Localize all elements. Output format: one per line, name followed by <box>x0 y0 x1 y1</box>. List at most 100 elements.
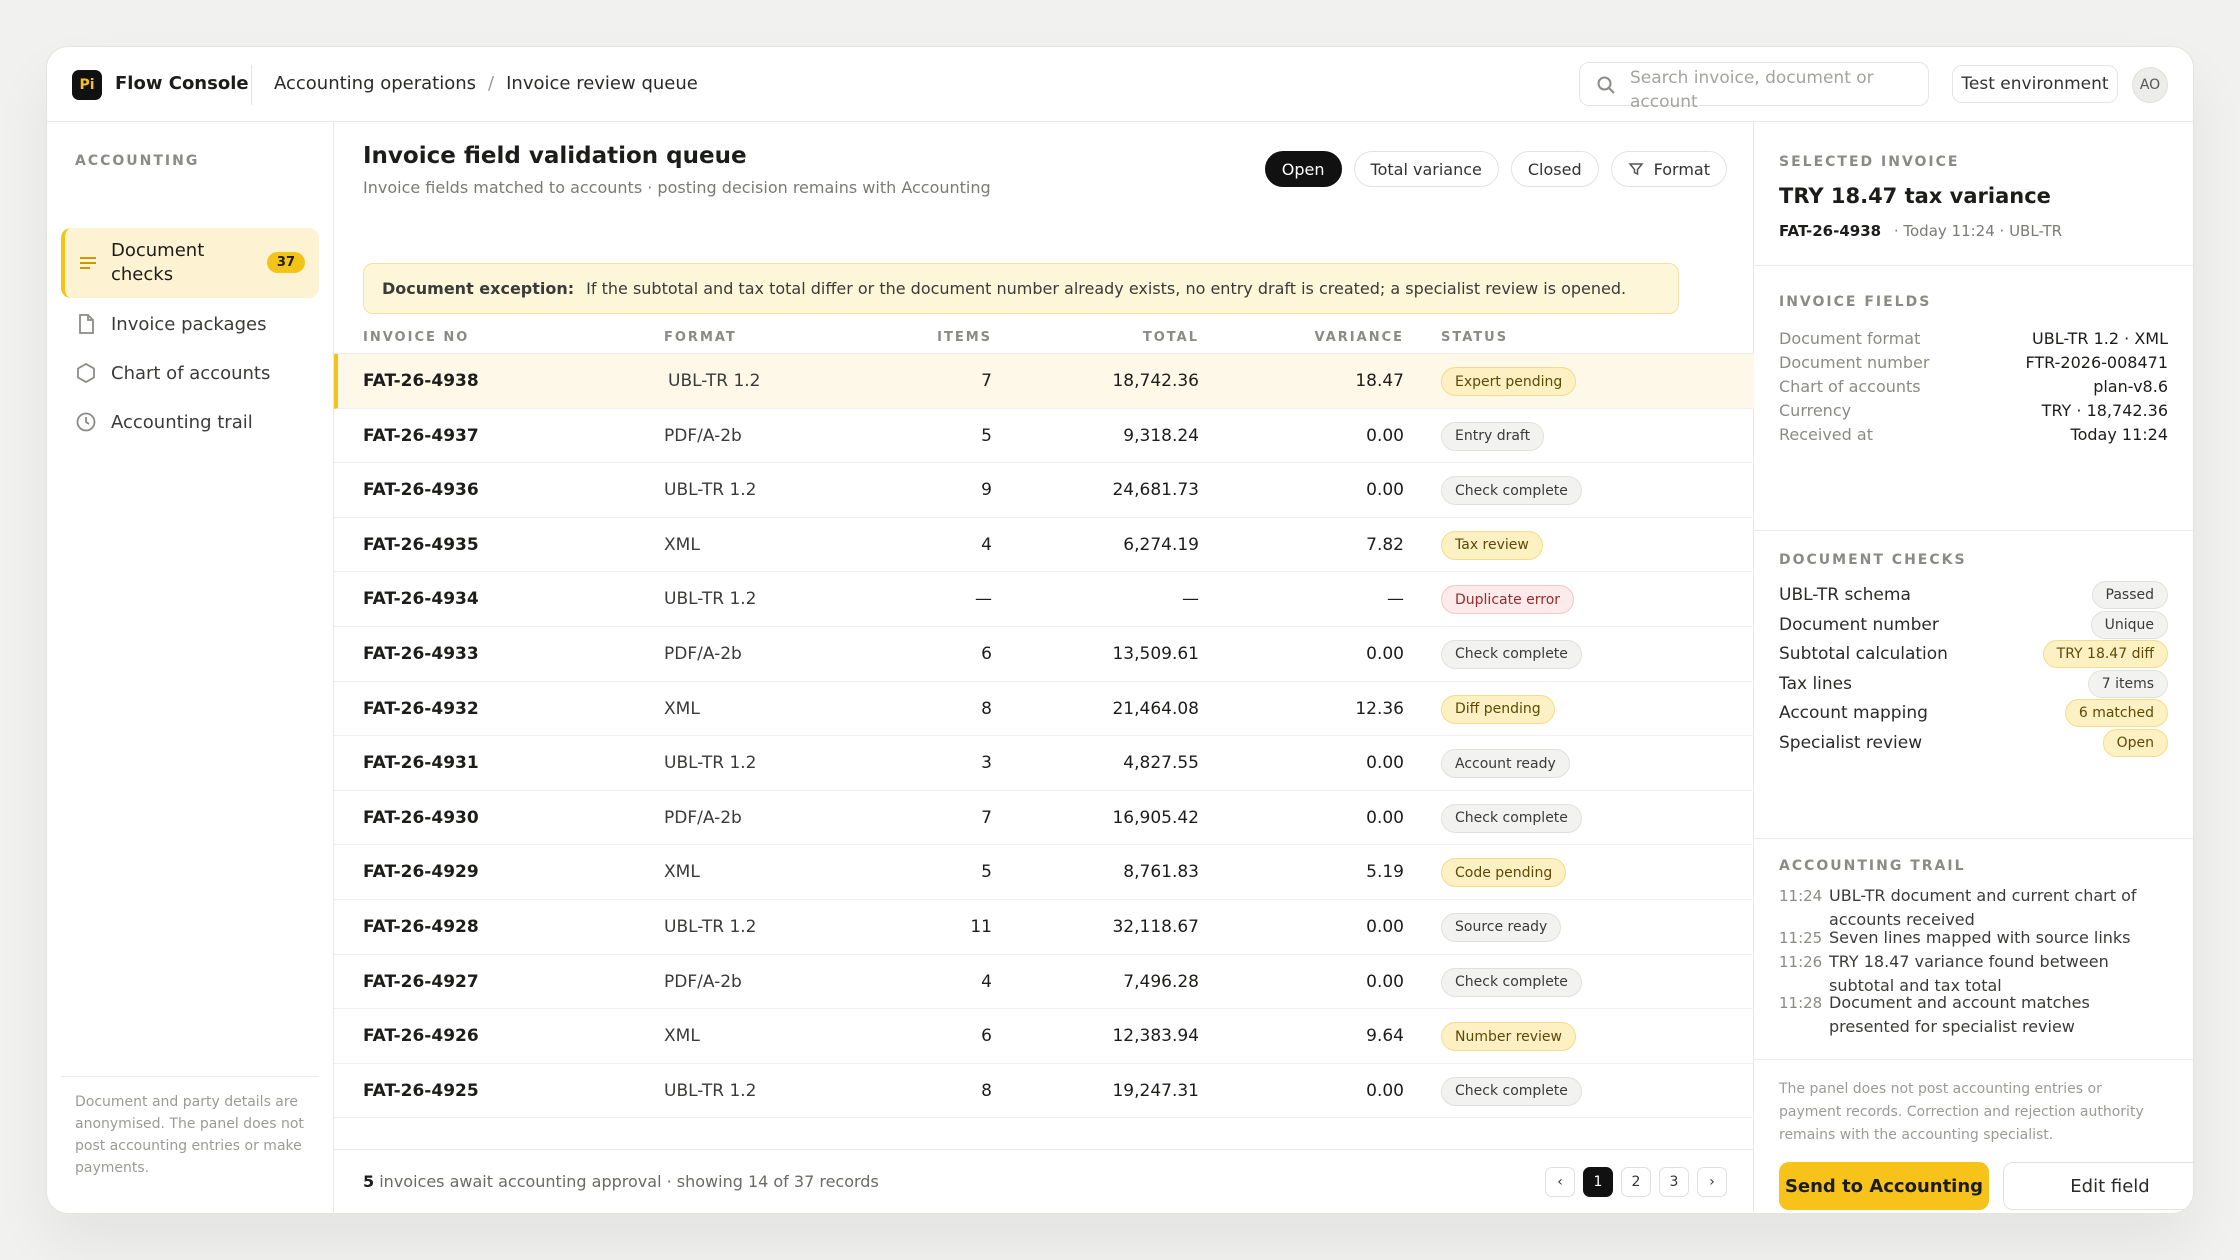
invoice-number: FAT-26-4932 <box>363 698 479 719</box>
table-row[interactable]: FAT-26-4931 UBL-TR 1.2 3 4,827.55 0.00 Accoun… <box>334 736 1754 791</box>
search-icon <box>1597 76 1615 94</box>
status-badge: Number review <box>1441 1022 1576 1052</box>
filter-closed[interactable]: Closed <box>1510 151 1599 187</box>
column-header-invoice-no[interactable]: INVOICE NO <box>363 330 469 345</box>
top-bar: Pi Flow Console Accounting operations / … <box>47 47 2193 122</box>
panel-section-title: DOCUMENT CHECKS <box>1779 552 1967 568</box>
field-value: Today 11:24 <box>2070 425 2168 444</box>
table-header: INVOICE NO FORMAT ITEMS TOTAL VARIANCE S… <box>334 316 1754 354</box>
filter-total-variance[interactable]: Total variance <box>1353 151 1499 187</box>
invoice-number: FAT-26-4934 <box>363 589 479 610</box>
check-label: UBL-TR schema <box>1779 585 1911 605</box>
check-label: Tax lines <box>1779 673 1852 694</box>
search-input[interactable]: Search invoice, document or account <box>1630 66 1890 114</box>
panel-section-title: SELECTED INVOICE <box>1779 154 1960 170</box>
invoice-format: UBL-TR 1.2 <box>664 753 757 774</box>
table-row[interactable]: FAT-26-4938 UBL-TR 1.2 7 18,742.36 18.47 Expe… <box>334 354 1754 409</box>
search-field[interactable]: Search invoice, document or account <box>1579 62 1929 112</box>
app-window: Pi Flow Console Accounting operations / … <box>46 46 2194 1214</box>
page-2-button[interactable]: 2 <box>1621 1167 1651 1197</box>
sidebar-item-accounting-trail[interactable]: Accounting trail <box>61 402 319 442</box>
invoice-items: 5 <box>981 425 992 446</box>
divider <box>1754 530 2193 531</box>
invoice-format: XML <box>664 698 700 719</box>
table-row[interactable]: FAT-26-4929 XML 5 8,761.83 5.19 Code pending <box>334 845 1754 900</box>
check-label: Document number <box>1779 614 1939 635</box>
avatar[interactable]: AO <box>2132 67 2168 103</box>
trail-text: Document and account matches presented f… <box>1829 993 2090 1036</box>
filter-open[interactable]: Open <box>1264 151 1342 187</box>
invoice-format: PDF/A-2b <box>664 425 742 446</box>
table-row[interactable]: FAT-26-4925 UBL-TR 1.2 8 19,247.31 0.00 Check… <box>334 1064 1754 1119</box>
table-row[interactable]: FAT-26-4935 XML 4 6,274.19 7.82 Tax review <box>334 518 1754 573</box>
table-row[interactable]: FAT-26-4934 UBL-TR 1.2 — — — Duplicate error <box>334 572 1754 627</box>
invoice-total: 8,761.83 <box>1123 862 1199 883</box>
table-row[interactable]: FAT-26-4926 XML 6 12,383.94 9.64 Number revie… <box>334 1009 1754 1064</box>
invoice-format: PDF/A-2b <box>664 643 742 664</box>
status-badge: Expert pending <box>1441 367 1577 396</box>
table-row[interactable]: FAT-26-4930 PDF/A-2b 7 16,905.42 0.00 Check c… <box>334 791 1754 846</box>
table-row[interactable]: FAT-26-4933 PDF/A-2b 6 13,509.61 0.00 Check c… <box>334 627 1754 682</box>
edit-field-button[interactable]: Edit field <box>2003 1162 2193 1210</box>
page-1-button[interactable]: 1 <box>1583 1167 1613 1197</box>
divider <box>1754 1059 2193 1060</box>
trail-time: 11:25 <box>1779 929 1823 947</box>
sidebar-item-label: Invoice packages <box>111 313 267 335</box>
invoice-items: 8 <box>981 1080 992 1101</box>
app-logo[interactable]: Pi <box>72 70 102 100</box>
environment-button[interactable]: Test environment <box>1952 65 2118 103</box>
invoice-variance: 12.36 <box>1355 698 1404 719</box>
table-row[interactable]: FAT-26-4937 PDF/A-2b 5 9,318.24 0.00 Entry dr… <box>334 409 1754 464</box>
panel-meta: FAT-26-4938 · Today 11:24 · UBL-TR <box>1779 222 2062 240</box>
sidebar-item-chart-of-accounts[interactable]: Chart of accounts <box>61 353 319 393</box>
filter-bar: Open Total variance Closed Format <box>1264 151 1727 187</box>
invoice-total: 21,464.08 <box>1112 698 1199 719</box>
sidebar-item-invoice-packages[interactable]: Invoice packages <box>61 304 319 344</box>
send-to-accounting-button[interactable]: Send to Accounting <box>1779 1162 1989 1210</box>
invoice-total: 12,383.94 <box>1112 1026 1199 1047</box>
invoice-items: 5 <box>981 862 992 883</box>
status-badge: Source ready <box>1441 912 1562 942</box>
invoice-variance: 18.47 <box>1355 371 1404 391</box>
status-badge: Diff pending <box>1441 694 1555 724</box>
breadcrumb: Accounting operations / Invoice review q… <box>274 73 698 94</box>
filter-icon <box>1628 163 1644 176</box>
column-header-total[interactable]: TOTAL <box>1143 330 1199 345</box>
invoice-number: FAT-26-4936 <box>363 480 479 501</box>
trail-entry: 11:24 UBL-TR document and current chart o… <box>1779 884 2168 932</box>
filter-format-button[interactable]: Format <box>1610 151 1727 187</box>
invoice-number: FAT-26-4935 <box>363 534 479 555</box>
next-page-button[interactable]: › <box>1697 1167 1727 1197</box>
panel-section-title: INVOICE FIELDS <box>1779 294 1932 310</box>
alert-label: Document exception: <box>382 279 575 298</box>
column-header-variance[interactable]: VARIANCE <box>1315 330 1404 345</box>
invoice-number: FAT-26-4937 <box>363 425 479 446</box>
status-badge: Check complete <box>1441 476 1582 506</box>
divider <box>1754 265 2193 266</box>
column-header-status[interactable]: STATUS <box>1441 330 1508 345</box>
invoice-variance: 0.00 <box>1366 971 1404 992</box>
app-name[interactable]: Flow Console <box>115 73 249 94</box>
page-3-button[interactable]: 3 <box>1659 1167 1689 1197</box>
check-status-badge: 6 matched <box>2064 699 2168 728</box>
invoice-format: PDF/A-2b <box>664 807 742 828</box>
breadcrumb-item-accounting-operations[interactable]: Accounting operations <box>274 73 476 94</box>
table-row[interactable]: FAT-26-4932 XML 8 21,464.08 12.36 Diff pendin… <box>334 682 1754 737</box>
status-badge: Check complete <box>1441 1076 1582 1106</box>
table-row[interactable]: FAT-26-4936 UBL-TR 1.2 9 24,681.73 0.00 Check… <box>334 463 1754 518</box>
column-header-items[interactable]: ITEMS <box>937 330 992 345</box>
invoice-total: 4,827.55 <box>1123 753 1199 774</box>
invoice-variance: 0.00 <box>1366 643 1404 664</box>
count-badge: 37 <box>266 252 305 273</box>
sidebar-item-label: Document checks <box>111 240 205 285</box>
table-row[interactable]: FAT-26-4927 PDF/A-2b 4 7,496.28 0.00 Check co… <box>334 955 1754 1010</box>
invoice-format: UBL-TR 1.2 <box>664 480 757 501</box>
prev-page-button[interactable]: ‹ <box>1545 1167 1575 1197</box>
sidebar-item-document-checks[interactable]: Document checks 37 <box>61 228 319 298</box>
field-label: Document format <box>1779 329 1921 348</box>
trail-entry: 11:28 Document and account matches presen… <box>1779 991 2168 1039</box>
table-row[interactable]: FAT-26-4928 UBL-TR 1.2 11 32,118.67 0.00 Sour… <box>334 900 1754 955</box>
hexagon-icon <box>77 362 95 384</box>
column-header-format[interactable]: FORMAT <box>664 330 737 345</box>
check-row: Account mapping 6 matched <box>1779 697 2168 729</box>
